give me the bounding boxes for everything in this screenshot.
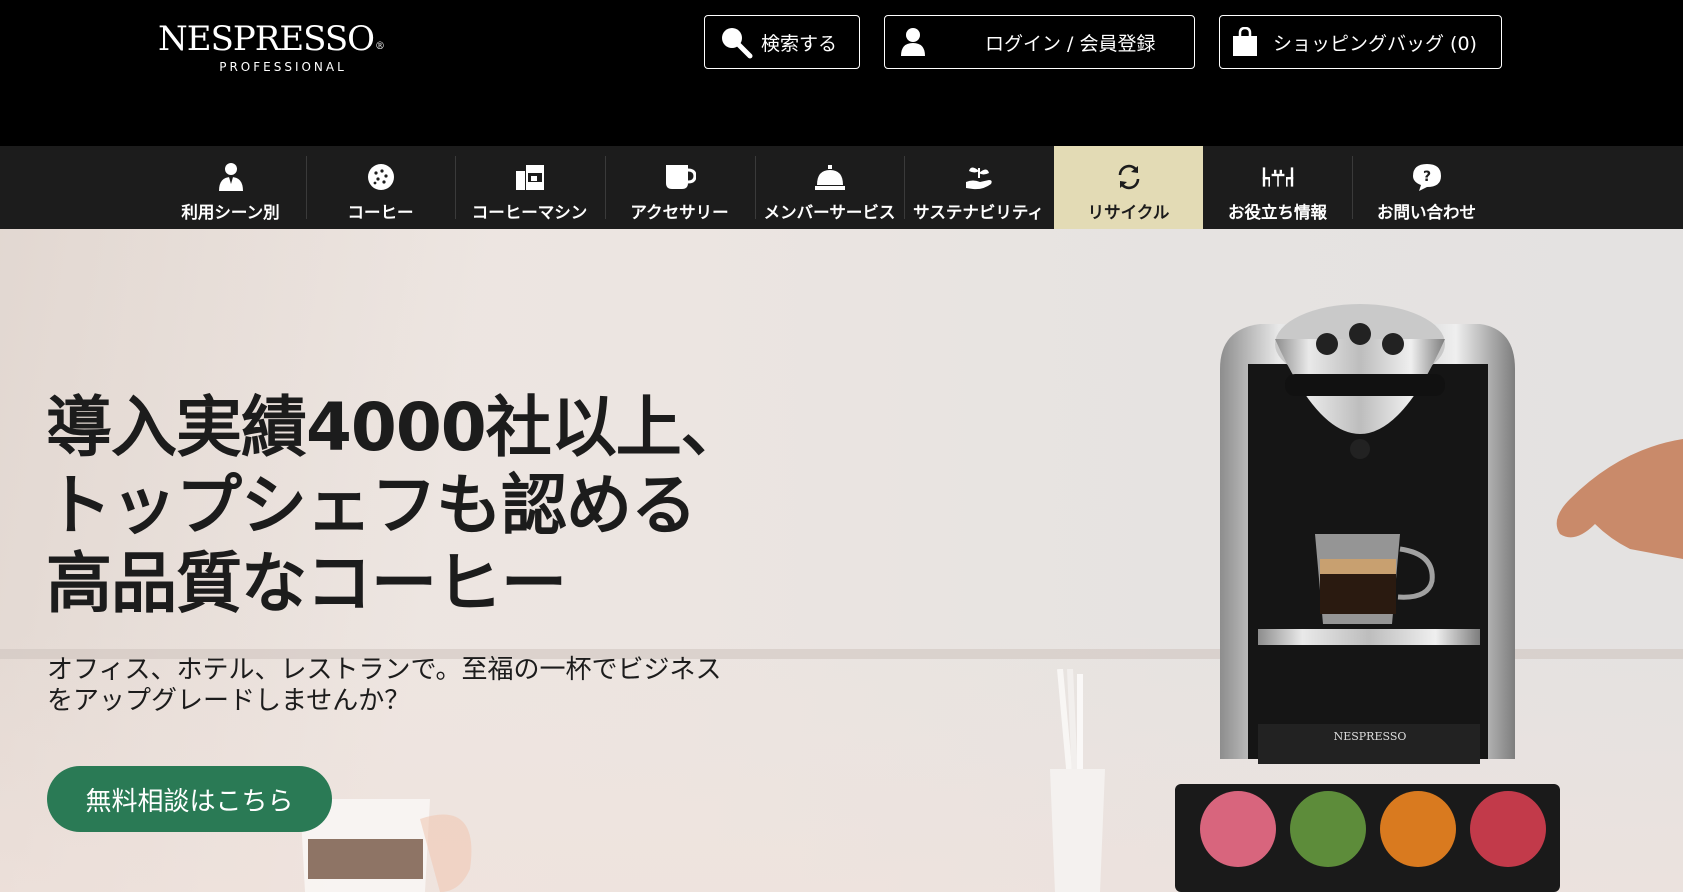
nav-item-coffee[interactable]: コーヒー: [306, 146, 455, 229]
main-nav: 利用シーン別 コーヒー コーヒーマシン アクセサリー メンバーサービス サステナ…: [0, 146, 1683, 229]
hero-title-line: 高品質なコーヒー: [46, 545, 567, 622]
search-label: 検索する: [761, 32, 838, 55]
hero-title-line: トップシェフも認める: [46, 467, 697, 544]
nav-item-recycle[interactable]: リサイクル: [1054, 146, 1203, 229]
cup-icon: [664, 162, 696, 192]
nav-item-usage-scene[interactable]: 利用シーン別: [156, 146, 305, 229]
nav-item-contact[interactable]: ? お問い合わせ: [1352, 146, 1501, 229]
free-consultation-button[interactable]: 無料相談はこちら: [47, 766, 332, 832]
table-chairs-icon: [1262, 162, 1294, 192]
nav-item-sustainability[interactable]: サステナビリティ: [904, 146, 1053, 229]
machine-icon: [514, 162, 546, 192]
service-bell-icon: [814, 162, 846, 192]
nav-label: お問い合わせ: [1377, 203, 1476, 222]
logo-subtitle: PROFESSIONAL: [219, 60, 347, 74]
nav-item-useful-info[interactable]: お役立ち情報: [1203, 146, 1352, 229]
nav-label: お役立ち情報: [1228, 203, 1327, 222]
nav-label: メンバーサービス: [763, 203, 896, 222]
shopping-bag-label: ショッピングバッグ (0): [1273, 32, 1477, 55]
user-icon: [899, 27, 927, 57]
svg-text:?: ?: [1422, 169, 1430, 185]
hero-subtitle: オフィス、ホテル、レストランで。至福の一杯でビジネス をアップグレードしませんか…: [47, 655, 787, 717]
nav-item-member-service[interactable]: メンバーサービス: [755, 146, 904, 229]
nav-label: サステナビリティ: [913, 203, 1044, 222]
nav-label: アクセサリー: [630, 203, 729, 222]
question-icon: ?: [1411, 162, 1443, 192]
hero-banner: NESPRESSO 導入実績4000社以上、 トップシェフも認める 高品質なコー…: [0, 229, 1683, 892]
machine-brand-label: NESPRESSO: [1334, 730, 1407, 743]
hero-subtitle-line: をアップグレードしませんか？: [47, 686, 411, 716]
nav-label: 利用シーン別: [181, 203, 280, 222]
search-button[interactable]: 検索する: [704, 15, 860, 69]
waiter-icon: [215, 162, 247, 192]
shopping-bag-icon: [1232, 27, 1258, 57]
nav-item-accessories[interactable]: アクセサリー: [605, 146, 754, 229]
nav-label: コーヒーマシン: [471, 203, 588, 222]
coffee-machine-image: NESPRESSO: [1175, 304, 1560, 892]
plant-hand-icon: [963, 162, 995, 192]
nav-label: コーヒー: [347, 203, 414, 222]
shopping-bag-button[interactable]: ショッピングバッグ (0): [1219, 15, 1502, 69]
capsule-icon: [365, 162, 397, 192]
nespresso-professional-logo[interactable]: NESPRESSO® PROFESSIONAL: [158, 19, 385, 82]
hero-title: 導入実績4000社以上、 トップシェフも認める 高品質なコーヒー: [46, 389, 747, 623]
login-label: ログイン / 会員登録: [985, 32, 1156, 55]
nav-label: リサイクル: [1087, 203, 1170, 222]
logo-wordmark: NESPRESSO®: [158, 19, 385, 59]
recycle-icon: [1113, 162, 1145, 192]
hand-image: [1556, 439, 1683, 559]
hero-title-line: 導入実績4000社以上、: [46, 389, 747, 466]
login-register-button[interactable]: ログイン / 会員登録: [884, 15, 1195, 69]
nav-item-coffee-machine[interactable]: コーヒーマシン: [455, 146, 604, 229]
hero-subtitle-line: オフィス、ホテル、レストランで。至福の一杯でビジネス: [47, 655, 722, 685]
stirrer-cup-image: [1050, 669, 1105, 892]
site-header: NESPRESSO® PROFESSIONAL 検索する ログイン / 会員登録: [0, 0, 1683, 146]
search-icon: [719, 25, 753, 59]
